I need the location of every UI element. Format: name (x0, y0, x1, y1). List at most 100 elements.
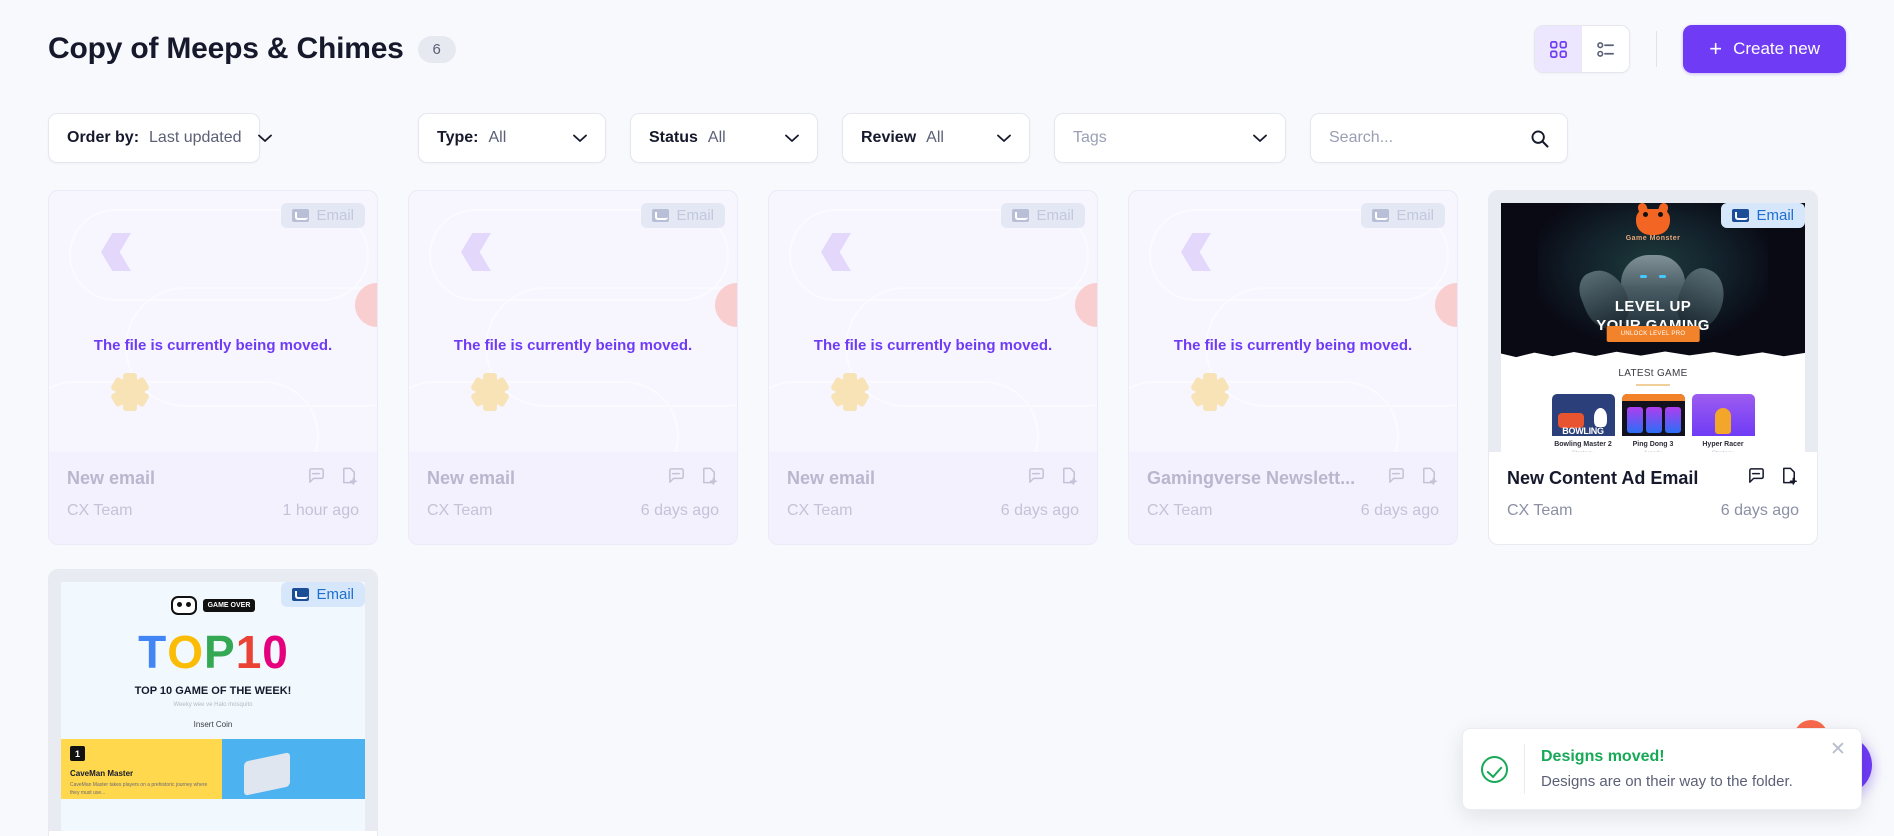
preview-game-item: Hyper Racer Strategy (1691, 394, 1755, 452)
type-filter-select[interactable]: Type: All (418, 113, 606, 163)
type-badge: Email (1721, 203, 1805, 228)
search-icon[interactable] (1514, 129, 1549, 148)
comment-icon[interactable] (1027, 466, 1046, 490)
envelope-icon (1732, 209, 1750, 222)
wordmark-letter: 0 (262, 626, 288, 678)
design-card[interactable]: The file is currently being moved. Email… (768, 190, 1098, 545)
preview-game-item: BOWLING Bowling Master 2 Strategy (1551, 394, 1615, 452)
design-card[interactable]: GAME OVER T O P 1 0 TOP 10 GAME OF THE W… (48, 569, 378, 836)
card-thumbnail: Game Monster LEVEL UP YOUR GAMING UNLOCK… (1489, 191, 1817, 452)
duplicate-file-icon[interactable] (1420, 466, 1439, 490)
toast-text: Designs moved! Designs are on their way … (1541, 748, 1793, 790)
card-timestamp: 6 days ago (1000, 502, 1079, 519)
card-owner: CX Team (427, 502, 493, 519)
tags-filter-select[interactable]: Tags (1054, 113, 1286, 163)
preview-subheadline: Weeky wee ve Halo mosquito (173, 702, 253, 708)
success-check-icon (1481, 755, 1508, 783)
comment-icon[interactable] (667, 466, 686, 490)
email-preview: GAME OVER T O P 1 0 TOP 10 GAME OF THE W… (61, 582, 365, 831)
order-by-value: Last updated (149, 129, 242, 146)
comment-icon[interactable] (307, 466, 326, 490)
card-meta-row: CX Team 1 hour ago (67, 502, 359, 520)
card-timestamp: 1 hour ago (282, 502, 359, 519)
envelope-icon (652, 209, 670, 222)
arcade-cabinets (1626, 407, 1681, 433)
logo-eyes (1643, 212, 1663, 217)
card-actions (667, 466, 719, 490)
game-category: Strategy (1552, 451, 1615, 452)
design-card[interactable]: The file is currently being moved. Email… (408, 190, 738, 545)
comment-icon[interactable] (1747, 466, 1766, 490)
search-field[interactable] (1310, 113, 1568, 163)
duplicate-file-icon[interactable] (1780, 466, 1799, 490)
card-title: New email (787, 467, 876, 488)
card-owner: CX Team (1147, 502, 1213, 519)
card-title-row: New email (427, 466, 719, 490)
toast-title: Designs moved! (1541, 748, 1665, 765)
list-view-button[interactable] (1582, 26, 1630, 72)
card-title: New email (67, 467, 156, 488)
card-actions (1387, 466, 1439, 490)
grid-view-button[interactable] (1535, 26, 1583, 72)
card-thumbnail: GAME OVER T O P 1 0 TOP 10 GAME OF THE W… (49, 570, 377, 831)
card-timestamp: 6 days ago (640, 502, 719, 519)
type-badge-label: Email (1396, 207, 1434, 224)
page-title: Copy of Meeps & Chimes (48, 32, 404, 65)
design-card[interactable]: The file is currently being moved. Email… (1128, 190, 1458, 545)
status-filter-label: Status (649, 129, 698, 146)
preview-cta-button: UNLOCK LEVEL PRO (1606, 326, 1700, 342)
comment-icon[interactable] (1387, 466, 1406, 490)
close-icon[interactable]: ✕ (1828, 740, 1848, 760)
card-footer: New Content Ad Email CX Team 6 days ago (1489, 452, 1817, 544)
header-actions: + Create new (1534, 25, 1846, 73)
card-title-row: New email (787, 466, 1079, 490)
design-card[interactable]: The file is currently being moved. Email… (48, 190, 378, 545)
card-thumbnail: The file is currently being moved. Email (769, 191, 1097, 452)
duplicate-file-icon[interactable] (340, 466, 359, 490)
card-owner: CX Team (1507, 502, 1573, 519)
card-footer: New email CX Team 1 hour ago (49, 452, 377, 544)
design-card[interactable]: Game Monster LEVEL UP YOUR GAMING UNLOCK… (1488, 190, 1818, 545)
envelope-icon (1372, 209, 1390, 222)
moving-message: The file is currently being moved. (453, 337, 693, 354)
header-divider (1656, 31, 1658, 67)
type-filter-label: Type: (437, 129, 479, 146)
duplicate-file-icon[interactable] (1060, 466, 1079, 490)
type-badge-label: Email (1756, 207, 1794, 224)
card-meta-row: CX Team 6 days ago (1147, 502, 1439, 520)
preview-headline: TOP 10 GAME OF THE WEEK! (134, 685, 292, 697)
title-group: Copy of Meeps & Chimes 6 (48, 32, 456, 66)
type-badge: Email (1001, 203, 1085, 228)
preview-brand: Game Monster (1625, 235, 1681, 242)
type-badge-label: Email (1036, 207, 1074, 224)
preview-frame: Game Monster LEVEL UP YOUR GAMING UNLOCK… (1489, 191, 1817, 452)
plus-icon: + (1709, 36, 1723, 61)
review-filter-value: All (926, 129, 944, 146)
create-new-button[interactable]: + Create new (1683, 25, 1846, 73)
list-view-icon (1597, 41, 1615, 57)
asterisk-decor-icon (830, 373, 870, 411)
duplicate-file-icon[interactable] (700, 466, 719, 490)
torn-edge-divider (1501, 351, 1805, 360)
preview-game-list: BOWLING Bowling Master 2 Strategy (1501, 394, 1805, 452)
order-by-select[interactable]: Order by: Last updated (48, 113, 272, 163)
status-filter-select[interactable]: Status All (630, 113, 818, 163)
search-input[interactable] (1329, 129, 1509, 147)
grid-view-icon (1550, 40, 1568, 58)
card-actions (1747, 466, 1799, 490)
review-filter-select[interactable]: Review All (842, 113, 1030, 163)
card-meta-row: CX Team 6 days ago (787, 502, 1079, 520)
envelope-icon (292, 209, 310, 222)
card-title-row: New Content Ad Email (1507, 466, 1799, 490)
entry-description: CaveMan Master takes players on a prehis… (70, 782, 208, 796)
game-category: Strategy (1692, 451, 1755, 452)
game-over-logo: GAME OVER (202, 598, 256, 613)
type-badge: Email (281, 203, 365, 228)
card-footer: Gamingverse Newslett... CX Team 6 days a… (1129, 452, 1457, 544)
toast-notification: Designs moved! Designs are on their way … (1462, 728, 1862, 810)
type-badge-label: Email (316, 207, 354, 224)
page-header: Copy of Meeps & Chimes 6 + Create new (0, 0, 1894, 98)
toast-divider (1524, 744, 1525, 794)
item-count-badge: 6 (417, 35, 456, 63)
decor-path (49, 381, 319, 452)
